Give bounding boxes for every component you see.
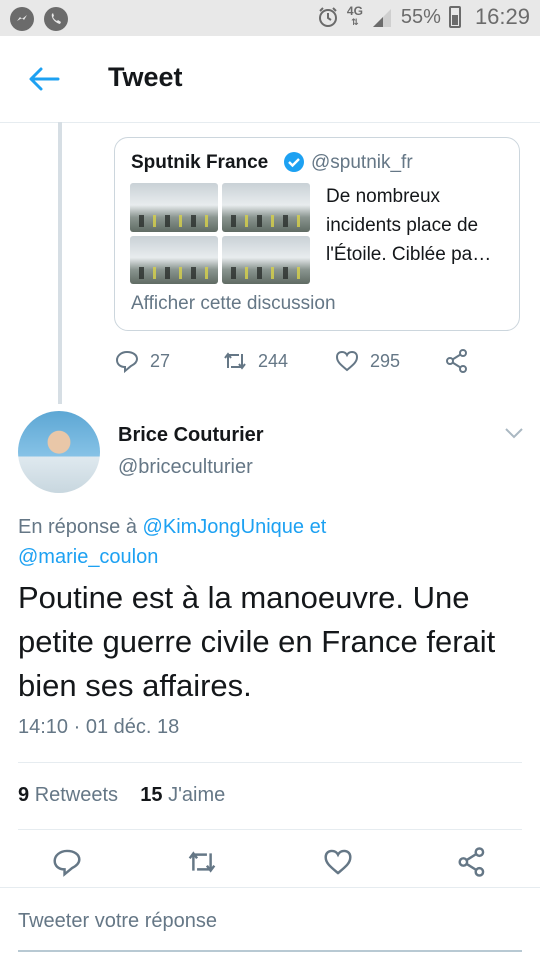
author-handle[interactable]: @briceculturier	[118, 456, 253, 479]
battery-icon	[448, 6, 461, 28]
tweet-actions	[0, 846, 540, 886]
likes-stat[interactable]: 15 J'aime	[140, 784, 225, 806]
quoted-tweet-card[interactable]: Sputnik France @sputnik_fr De nombreux i…	[114, 137, 520, 331]
show-thread-link[interactable]: Afficher cette discussion	[131, 293, 336, 315]
verified-badge-icon	[284, 152, 304, 172]
retweet-total: 9	[18, 784, 30, 806]
header: Tweet	[0, 36, 540, 123]
divider	[0, 887, 540, 888]
reply-input-underline	[18, 950, 522, 952]
reply-icon[interactable]	[51, 846, 83, 878]
share-icon	[446, 349, 467, 373]
author-name[interactable]: Brice Couturier	[118, 424, 264, 447]
likes-label: J'aime	[168, 784, 226, 806]
share-action[interactable]	[444, 348, 470, 374]
messenger-icon	[10, 7, 34, 31]
retweet-action[interactable]: 244	[222, 348, 288, 374]
like-total: 15	[140, 784, 163, 806]
chevron-down-icon[interactable]	[503, 426, 525, 440]
reply-context: En réponse à @KimJongUnique et @marie_co…	[18, 512, 518, 572]
reply-icon	[115, 350, 139, 374]
media-thumbnail[interactable]	[222, 235, 310, 284]
network-indicator: 4G ⇅	[346, 4, 363, 27]
reply-action[interactable]: 27	[114, 348, 170, 374]
mention-link[interactable]: @marie_coulon	[18, 546, 158, 568]
mention-link[interactable]: @KimJongUnique	[143, 516, 305, 538]
quoted-tweet-text: De nombreux incidents place de l'Étoile.…	[326, 186, 492, 265]
media-thumbnail[interactable]	[130, 235, 218, 284]
divider	[18, 829, 522, 830]
quoted-author-name: Sputnik France	[131, 152, 269, 173]
thread-line	[58, 122, 62, 404]
retweet-icon[interactable]	[186, 846, 218, 878]
avatar[interactable]	[18, 411, 100, 493]
heart-icon	[335, 350, 359, 372]
reply-count: 27	[150, 350, 171, 371]
quoted-media-grid[interactable]	[130, 183, 310, 284]
status-bar: 4G ⇅ 55% 16:29	[0, 0, 540, 36]
quoted-author-handle: @sputnik_fr	[311, 152, 413, 173]
alarm-icon	[318, 7, 337, 27]
page-title: Tweet	[108, 62, 183, 92]
media-thumbnail[interactable]	[130, 183, 218, 232]
heart-icon[interactable]	[322, 846, 354, 878]
quoted-tweet-actions: 27 244 295	[114, 348, 494, 380]
reply-input[interactable]: Tweeter votre réponse	[18, 910, 217, 933]
retweet-icon	[224, 352, 246, 370]
battery-percent: 55%	[400, 5, 441, 28]
clock: 16:29	[474, 4, 530, 29]
share-icon[interactable]	[456, 846, 488, 878]
divider	[18, 762, 522, 763]
tweet-text: Poutine est à la manoeuvre. Une petite g…	[18, 580, 496, 703]
reply-join: et	[309, 516, 327, 538]
phone-icon	[44, 7, 68, 31]
reply-prefix: En réponse à	[18, 516, 137, 538]
signal-icon	[372, 9, 391, 27]
back-arrow-icon[interactable]	[26, 64, 62, 94]
like-count: 295	[370, 350, 401, 371]
retweets-stat[interactable]: 9 Retweets	[18, 784, 118, 806]
engagement-stats: 9 Retweets 15 J'aime	[18, 784, 225, 807]
media-thumbnail[interactable]	[222, 183, 310, 232]
tweet-timestamp: 14:10 · 01 déc. 18	[18, 716, 180, 738]
retweets-label: Retweets	[34, 784, 119, 806]
retweet-count: 244	[258, 350, 289, 371]
like-action[interactable]: 295	[334, 348, 400, 374]
